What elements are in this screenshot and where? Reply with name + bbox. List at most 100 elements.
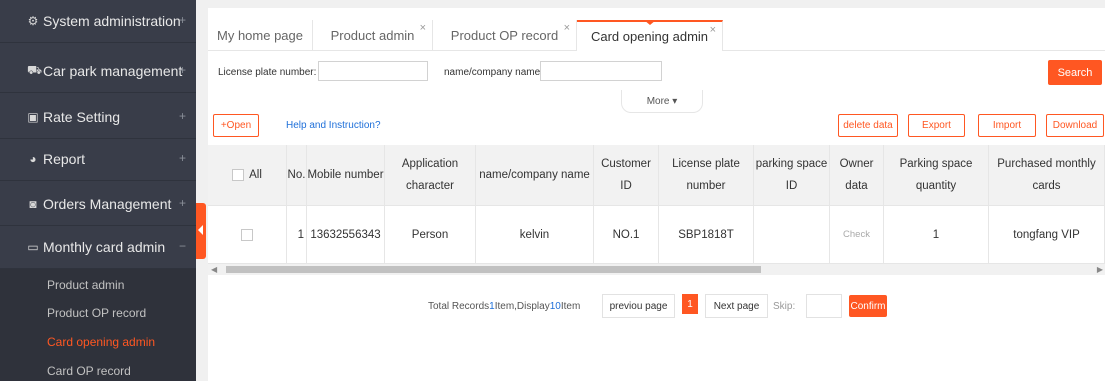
row-select-cell	[208, 206, 287, 264]
header-label: Mobile number	[307, 169, 384, 181]
sidebar-collapse-handle[interactable]	[196, 203, 206, 259]
header-owner-data: Owner data	[830, 145, 884, 206]
pager-mid: Item,Display	[494, 301, 550, 312]
header-label: Parking space quantity	[899, 158, 973, 192]
header-label: Purchased monthly cards	[997, 158, 1096, 192]
expand-icon: +	[178, 196, 186, 210]
delete-data-button[interactable]: delete data	[838, 114, 898, 137]
check-owner-link[interactable]: Check	[830, 206, 884, 264]
page-number-current[interactable]: 1	[682, 294, 698, 314]
scroll-right-icon[interactable]: ▶	[1097, 265, 1103, 274]
collapse-icon: −	[178, 239, 186, 253]
main-panel: My home page Product admin × Product OP …	[208, 8, 1105, 381]
car-icon: ⛟	[27, 63, 43, 77]
confirm-button[interactable]: Confirm	[849, 295, 887, 317]
header-no: No.	[287, 145, 307, 206]
cell-license-plate: SBP1818T	[659, 206, 754, 264]
header-parking-space-id: parking space ID	[754, 145, 830, 206]
tab-bar: My home page Product admin × Product OP …	[208, 20, 1105, 51]
report-icon: ◕	[29, 152, 37, 166]
nav-label: Report	[43, 151, 86, 167]
header-purchased-monthly-cards: Purchased monthly cards	[989, 145, 1105, 206]
submenu-product-op-record[interactable]: Product OP record	[47, 306, 146, 320]
tab-label: Product OP record	[450, 28, 559, 43]
cell-parking-space-id	[754, 206, 830, 264]
header-license-plate: License plate number	[659, 145, 754, 206]
tab-label: My home page	[217, 28, 303, 43]
nav-orders-management[interactable]: ◙ Orders Management +	[0, 183, 196, 226]
open-button[interactable]: +Open	[213, 114, 259, 137]
nav-car-park-management[interactable]: ⛟ Car park management +	[0, 50, 196, 93]
header-company-name: name/company name	[476, 145, 594, 206]
help-link[interactable]: Help and Instruction?	[286, 120, 381, 131]
company-name-label: name/company name:	[444, 67, 543, 78]
cell-purchased-monthly-cards: tongfang VIP	[989, 206, 1105, 264]
search-button[interactable]: Search	[1048, 60, 1102, 85]
nav-label: Car park management	[43, 63, 183, 79]
monthly-card-submenu: Product admin Product OP record Card ope…	[0, 269, 196, 381]
expand-icon: +	[178, 151, 186, 165]
nav-monthly-card-admin[interactable]: ▭ Monthly card admin −	[0, 226, 196, 269]
scroll-thumb[interactable]	[226, 266, 761, 273]
row-checkbox[interactable]	[241, 228, 253, 241]
header-mobile-number: Mobile number	[307, 145, 385, 206]
next-page-button[interactable]: Next page	[705, 294, 768, 318]
header-label: All	[249, 169, 262, 181]
nav-label: Rate Setting	[43, 109, 121, 125]
horizontal-scrollbar[interactable]: ◀ ▶	[208, 264, 1105, 275]
orders-icon: ◙	[29, 197, 37, 211]
submenu-card-op-record[interactable]: Card OP record	[47, 364, 131, 378]
header-label: name/company name	[479, 169, 590, 181]
more-filters-button[interactable]: More ▾	[621, 90, 703, 113]
license-plate-input[interactable]	[318, 61, 428, 81]
select-all-checkbox[interactable]	[232, 169, 245, 181]
tab-product-admin[interactable]: Product admin ×	[313, 20, 433, 51]
header-select-all[interactable]: All	[208, 145, 287, 206]
tab-my-home-page[interactable]: My home page	[208, 20, 313, 51]
cell-company-name: kelvin	[476, 206, 594, 264]
expand-icon: +	[178, 109, 186, 123]
cell-mobile-number: 13632556343	[307, 206, 385, 264]
tab-label: Card opening admin	[590, 29, 709, 44]
tab-label: Product admin	[330, 28, 415, 43]
header-customer-id: Customer ID	[594, 145, 659, 206]
download-button[interactable]: Download	[1046, 114, 1104, 137]
tab-product-op-record[interactable]: Product OP record ×	[433, 20, 577, 51]
skip-label: Skip:	[773, 301, 796, 312]
close-icon[interactable]: ×	[710, 24, 716, 36]
close-icon[interactable]: ×	[420, 22, 426, 34]
export-button[interactable]: Export	[908, 114, 965, 137]
cell-customer-id: NO.1	[594, 206, 659, 264]
header-label: Application character	[401, 158, 459, 192]
nav-label: System administration	[43, 13, 181, 29]
card-icon: ▭	[27, 240, 39, 254]
nav-system-administration[interactable]: ⚙ System administration +	[0, 0, 196, 43]
pager-suffix: Item	[560, 301, 581, 312]
company-name-input[interactable]	[540, 61, 662, 81]
rate-icon: ▣	[27, 110, 39, 124]
submenu-product-admin[interactable]: Product admin	[47, 278, 124, 292]
import-button[interactable]: Import	[978, 114, 1036, 137]
pager-prefix: Total Records	[428, 301, 490, 312]
license-plate-label: License plate number:	[218, 67, 317, 78]
header-label: Owner data	[839, 158, 874, 192]
nav-report[interactable]: ◕ Report +	[0, 138, 196, 181]
gear-icon: ⚙	[27, 14, 39, 28]
skip-page-input[interactable]	[806, 294, 842, 318]
header-parking-space-quantity: Parking space quantity	[884, 145, 989, 206]
nav-rate-setting[interactable]: ▣ Rate Setting +	[0, 96, 196, 139]
close-icon[interactable]: ×	[564, 22, 570, 34]
pager-display-count: 10	[549, 301, 561, 312]
header-label: License plate number	[672, 158, 740, 192]
data-table: All No. Mobile number Application charac…	[208, 145, 1105, 275]
tab-card-opening-admin[interactable]: Card opening admin ×	[577, 20, 723, 51]
submenu-card-opening-admin[interactable]: Card opening admin	[47, 335, 155, 349]
header-label: parking space ID	[755, 158, 828, 192]
previous-page-button[interactable]: previou page	[602, 294, 675, 318]
header-label: No.	[287, 169, 306, 181]
expand-icon: +	[178, 13, 186, 27]
scroll-left-icon[interactable]: ◀	[211, 265, 217, 274]
nav-label: Orders Management	[43, 196, 172, 212]
cell-no: 1	[287, 206, 307, 264]
pager-summary: Total Records1Item,Display10Item	[428, 301, 580, 312]
